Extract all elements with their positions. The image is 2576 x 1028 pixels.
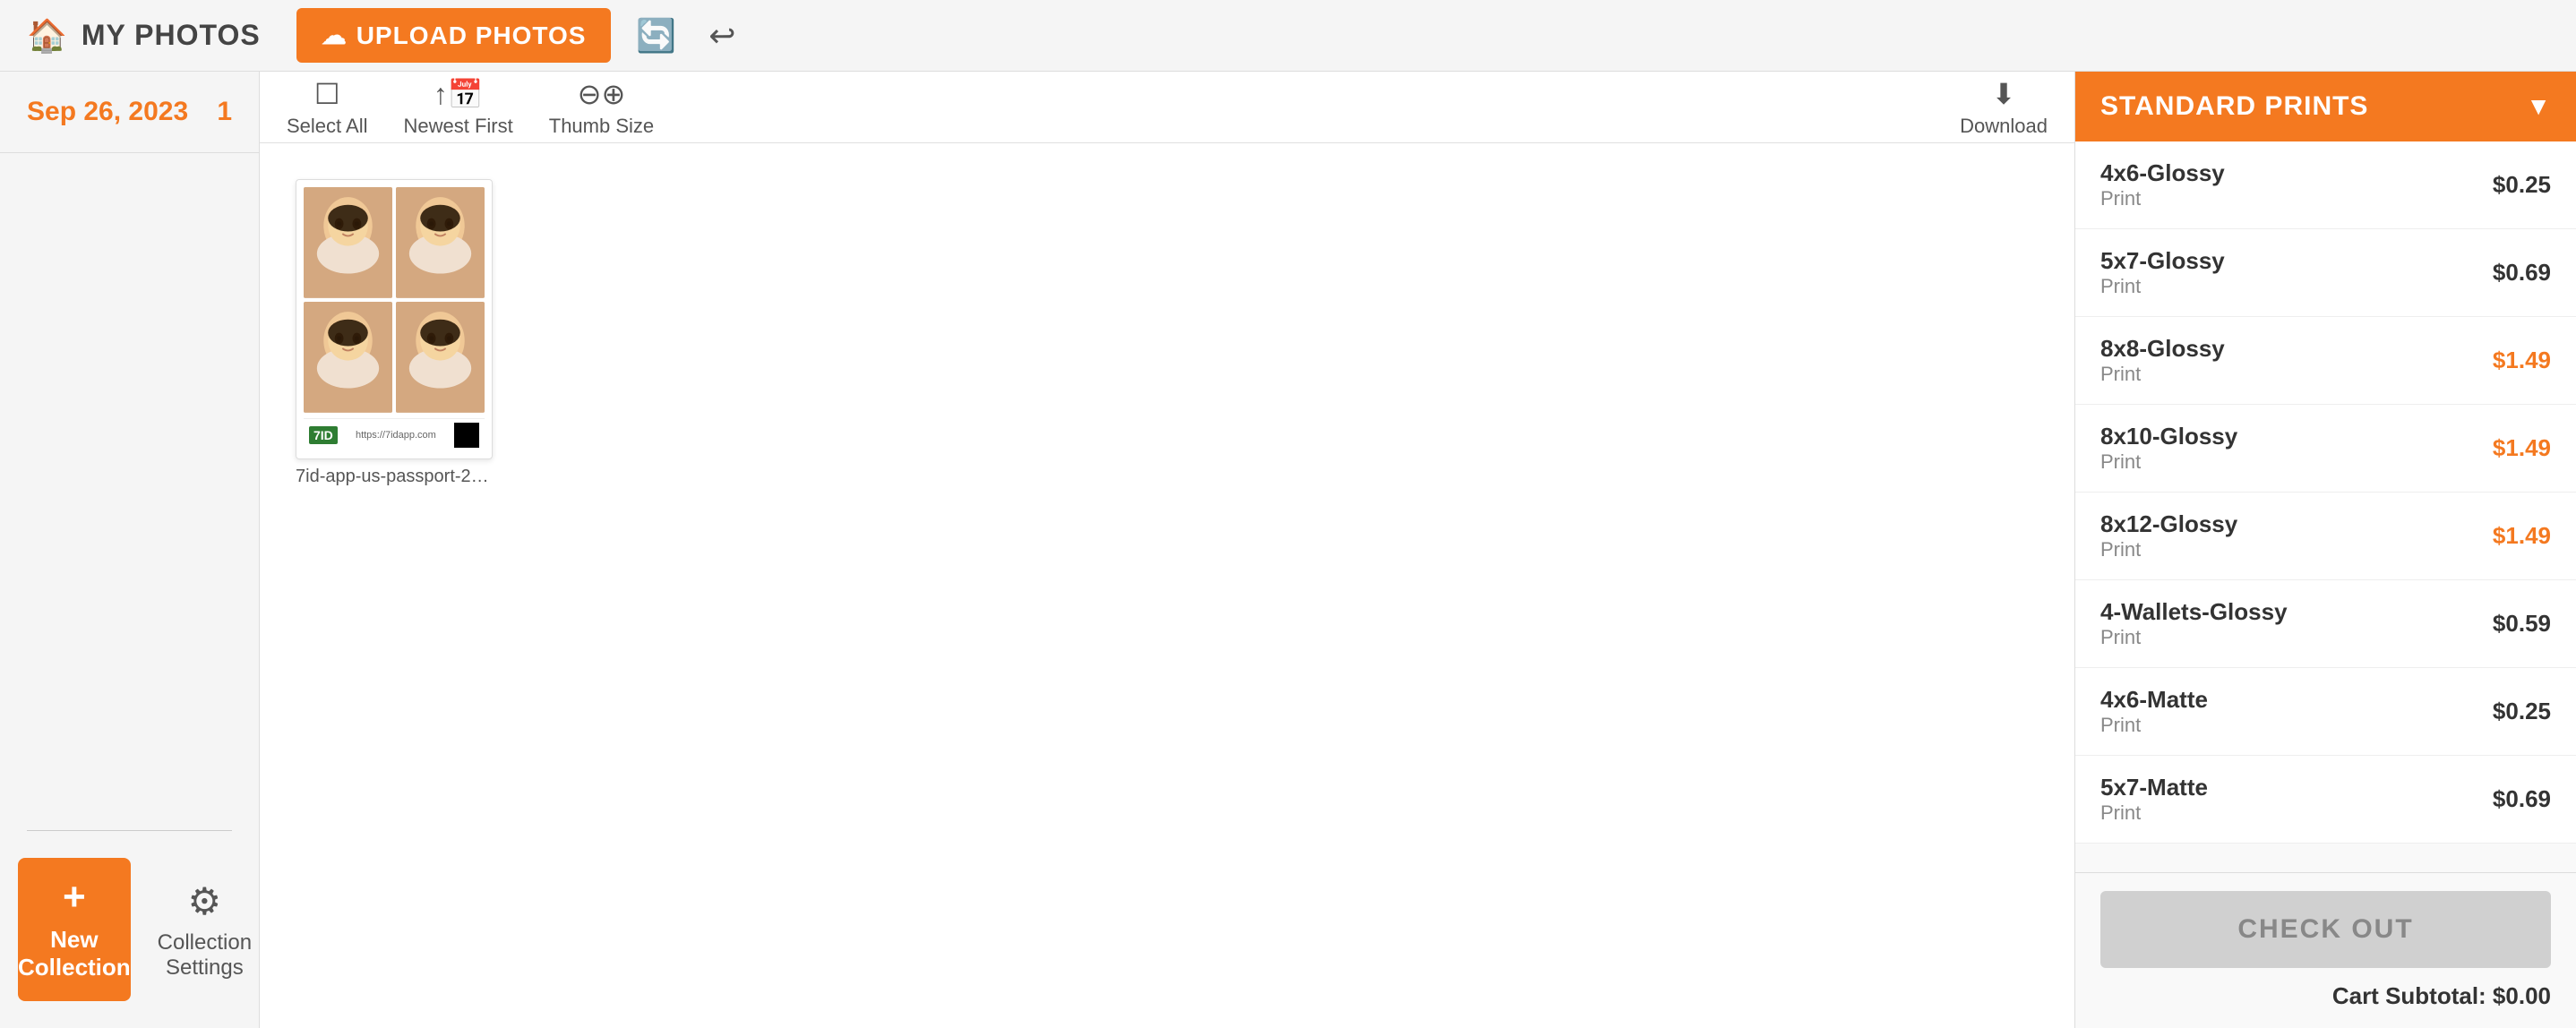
print-type: Print <box>2100 801 2208 825</box>
toolbar: ☐ Select All ↑📅 Newest First ⊖⊕ Thumb Si… <box>260 72 2074 143</box>
print-price: $0.59 <box>2493 610 2551 638</box>
print-info: 5x7-Glossy Print <box>2100 247 2225 298</box>
print-price: $0.69 <box>2493 785 2551 813</box>
download-icon: ⬇ <box>1992 77 2016 111</box>
cart-subtotal: Cart Subtotal: $0.00 <box>2100 982 2551 1010</box>
my-photos-section: 🏠 MY PHOTOS <box>27 17 261 55</box>
sidebar-bottom: + New Collection ⚙ Collection Settings <box>0 831 259 1028</box>
print-item[interactable]: 8x8-Glossy Print $1.49 <box>2075 317 2576 405</box>
date-section: Sep 26, 2023 1 <box>0 72 259 153</box>
passport-photo-3 <box>304 302 392 413</box>
new-collection-label: New Collection <box>18 926 131 981</box>
share-icon: ↩ <box>708 17 735 54</box>
print-item[interactable]: 5x7-Glossy Print $0.69 <box>2075 229 2576 317</box>
print-type: Print <box>2100 187 2225 210</box>
print-type: Print <box>2100 626 2288 649</box>
passport-photo-grid <box>304 187 485 413</box>
checkbox-icon: ☐ <box>314 77 340 111</box>
my-photos-icon: 🏠 <box>27 17 67 55</box>
print-type: Print <box>2100 363 2225 386</box>
upload-label: UPLOAD PHOTOS <box>356 21 587 50</box>
print-item[interactable]: 5x7-Matte Print $0.69 <box>2075 756 2576 844</box>
thumb-size-button[interactable]: ⊖⊕ Thumb Size <box>549 77 654 138</box>
thumb-size-label: Thumb Size <box>549 115 654 138</box>
collection-settings-button[interactable]: ⚙ Collection Settings <box>158 879 252 981</box>
standard-prints-label: STANDARD PRINTS <box>2100 91 2368 122</box>
right-panel: STANDARD PRINTS ▼ 4x6-Glossy Print $0.25… <box>2074 72 2576 1028</box>
standard-prints-header[interactable]: STANDARD PRINTS ▼ <box>2075 72 2576 141</box>
select-all-button[interactable]: ☐ Select All <box>287 77 368 138</box>
sort-icon: ↑📅 <box>434 77 484 111</box>
passport-photo-1 <box>304 187 392 298</box>
brand-logo: 7ID <box>309 426 338 444</box>
print-price: $0.69 <box>2493 259 2551 287</box>
plus-icon: + <box>63 878 86 917</box>
qr-code <box>454 423 479 448</box>
left-sidebar: Sep 26, 2023 1 + New Collection ⚙ Collec… <box>0 72 260 1028</box>
print-info: 8x10-Glossy Print <box>2100 423 2237 474</box>
print-name: 4-Wallets-Glossy <box>2100 598 2288 626</box>
photo-footer: 7ID https://7idapp.com <box>304 418 485 451</box>
print-name: 4x6-Matte <box>2100 686 2208 714</box>
upload-cloud-icon: ☁ <box>322 21 348 50</box>
download-button[interactable]: ⬇ Download <box>1960 77 2048 138</box>
newest-first-button[interactable]: ↑📅 Newest First <box>404 77 513 138</box>
print-item[interactable]: 8x10-Glossy Print $1.49 <box>2075 405 2576 493</box>
share-button[interactable]: ↩ <box>701 10 743 62</box>
print-name: 4x6-Glossy <box>2100 159 2225 187</box>
photo-count: 1 <box>217 97 232 127</box>
checkout-section: CHECK OUT Cart Subtotal: $0.00 <box>2075 872 2576 1028</box>
print-item[interactable]: 4-Wallets-Glossy Print $0.59 <box>2075 580 2576 668</box>
sidebar-spacer <box>0 153 259 830</box>
photo-thumbnail: 7ID https://7idapp.com <box>296 179 493 459</box>
print-info: 4-Wallets-Glossy Print <box>2100 598 2288 649</box>
collection-settings-label: Collection Settings <box>158 930 252 981</box>
top-bar: 🏠 MY PHOTOS ☁ UPLOAD PHOTOS 🔄 ↩ <box>0 0 2576 72</box>
print-type: Print <box>2100 275 2225 298</box>
print-name: 5x7-Glossy <box>2100 247 2225 275</box>
print-price: $1.49 <box>2493 434 2551 462</box>
print-name: 8x10-Glossy <box>2100 423 2237 450</box>
print-price: $0.25 <box>2493 698 2551 725</box>
newest-first-label: Newest First <box>404 115 513 138</box>
print-info: 4x6-Glossy Print <box>2100 159 2225 210</box>
select-all-label: Select All <box>287 115 368 138</box>
print-item[interactable]: 4x6-Matte Print $0.25 <box>2075 668 2576 756</box>
checkout-button[interactable]: CHECK OUT <box>2100 891 2551 968</box>
main-layout: Sep 26, 2023 1 + New Collection ⚙ Collec… <box>0 72 2576 1028</box>
print-price: $0.25 <box>2493 171 2551 199</box>
chevron-down-icon: ▼ <box>2526 92 2551 121</box>
passport-photo-2 <box>396 187 485 298</box>
refresh-button[interactable]: 🔄 <box>629 10 683 62</box>
print-info: 8x12-Glossy Print <box>2100 510 2237 561</box>
upload-photos-button[interactable]: ☁ UPLOAD PHOTOS <box>296 8 612 63</box>
refresh-icon: 🔄 <box>636 17 676 54</box>
print-price: $1.49 <box>2493 347 2551 374</box>
photo-item[interactable]: 7ID https://7idapp.com 7id-app-us-passpo… <box>296 179 493 487</box>
print-name: 8x12-Glossy <box>2100 510 2237 538</box>
print-name: 8x8-Glossy <box>2100 335 2225 363</box>
thumb-size-icon: ⊖⊕ <box>578 77 626 111</box>
gear-icon: ⚙ <box>188 879 222 923</box>
new-collection-button[interactable]: + New Collection <box>18 858 131 1001</box>
photo-filename: 7id-app-us-passport-2023-09... <box>296 467 493 487</box>
print-info: 4x6-Matte Print <box>2100 686 2208 737</box>
main-content: ☐ Select All ↑📅 Newest First ⊖⊕ Thumb Si… <box>260 72 2074 1028</box>
print-price: $1.49 <box>2493 522 2551 550</box>
footer-url: https://7idapp.com <box>356 430 436 441</box>
print-type: Print <box>2100 538 2237 561</box>
print-item[interactable]: 8x12-Glossy Print $1.49 <box>2075 493 2576 580</box>
date-label: Sep 26, 2023 <box>27 97 188 127</box>
passport-photo-4 <box>396 302 485 413</box>
photo-grid: 7ID https://7idapp.com 7id-app-us-passpo… <box>260 143 2074 1028</box>
print-name: 5x7-Matte <box>2100 774 2208 801</box>
my-photos-label: MY PHOTOS <box>82 19 261 52</box>
download-label: Download <box>1960 115 2048 138</box>
print-type: Print <box>2100 450 2237 474</box>
print-type: Print <box>2100 714 2208 737</box>
prints-list: 4x6-Glossy Print $0.25 5x7-Glossy Print … <box>2075 141 2576 872</box>
print-info: 5x7-Matte Print <box>2100 774 2208 825</box>
print-info: 8x8-Glossy Print <box>2100 335 2225 386</box>
print-item[interactable]: 4x6-Glossy Print $0.25 <box>2075 141 2576 229</box>
